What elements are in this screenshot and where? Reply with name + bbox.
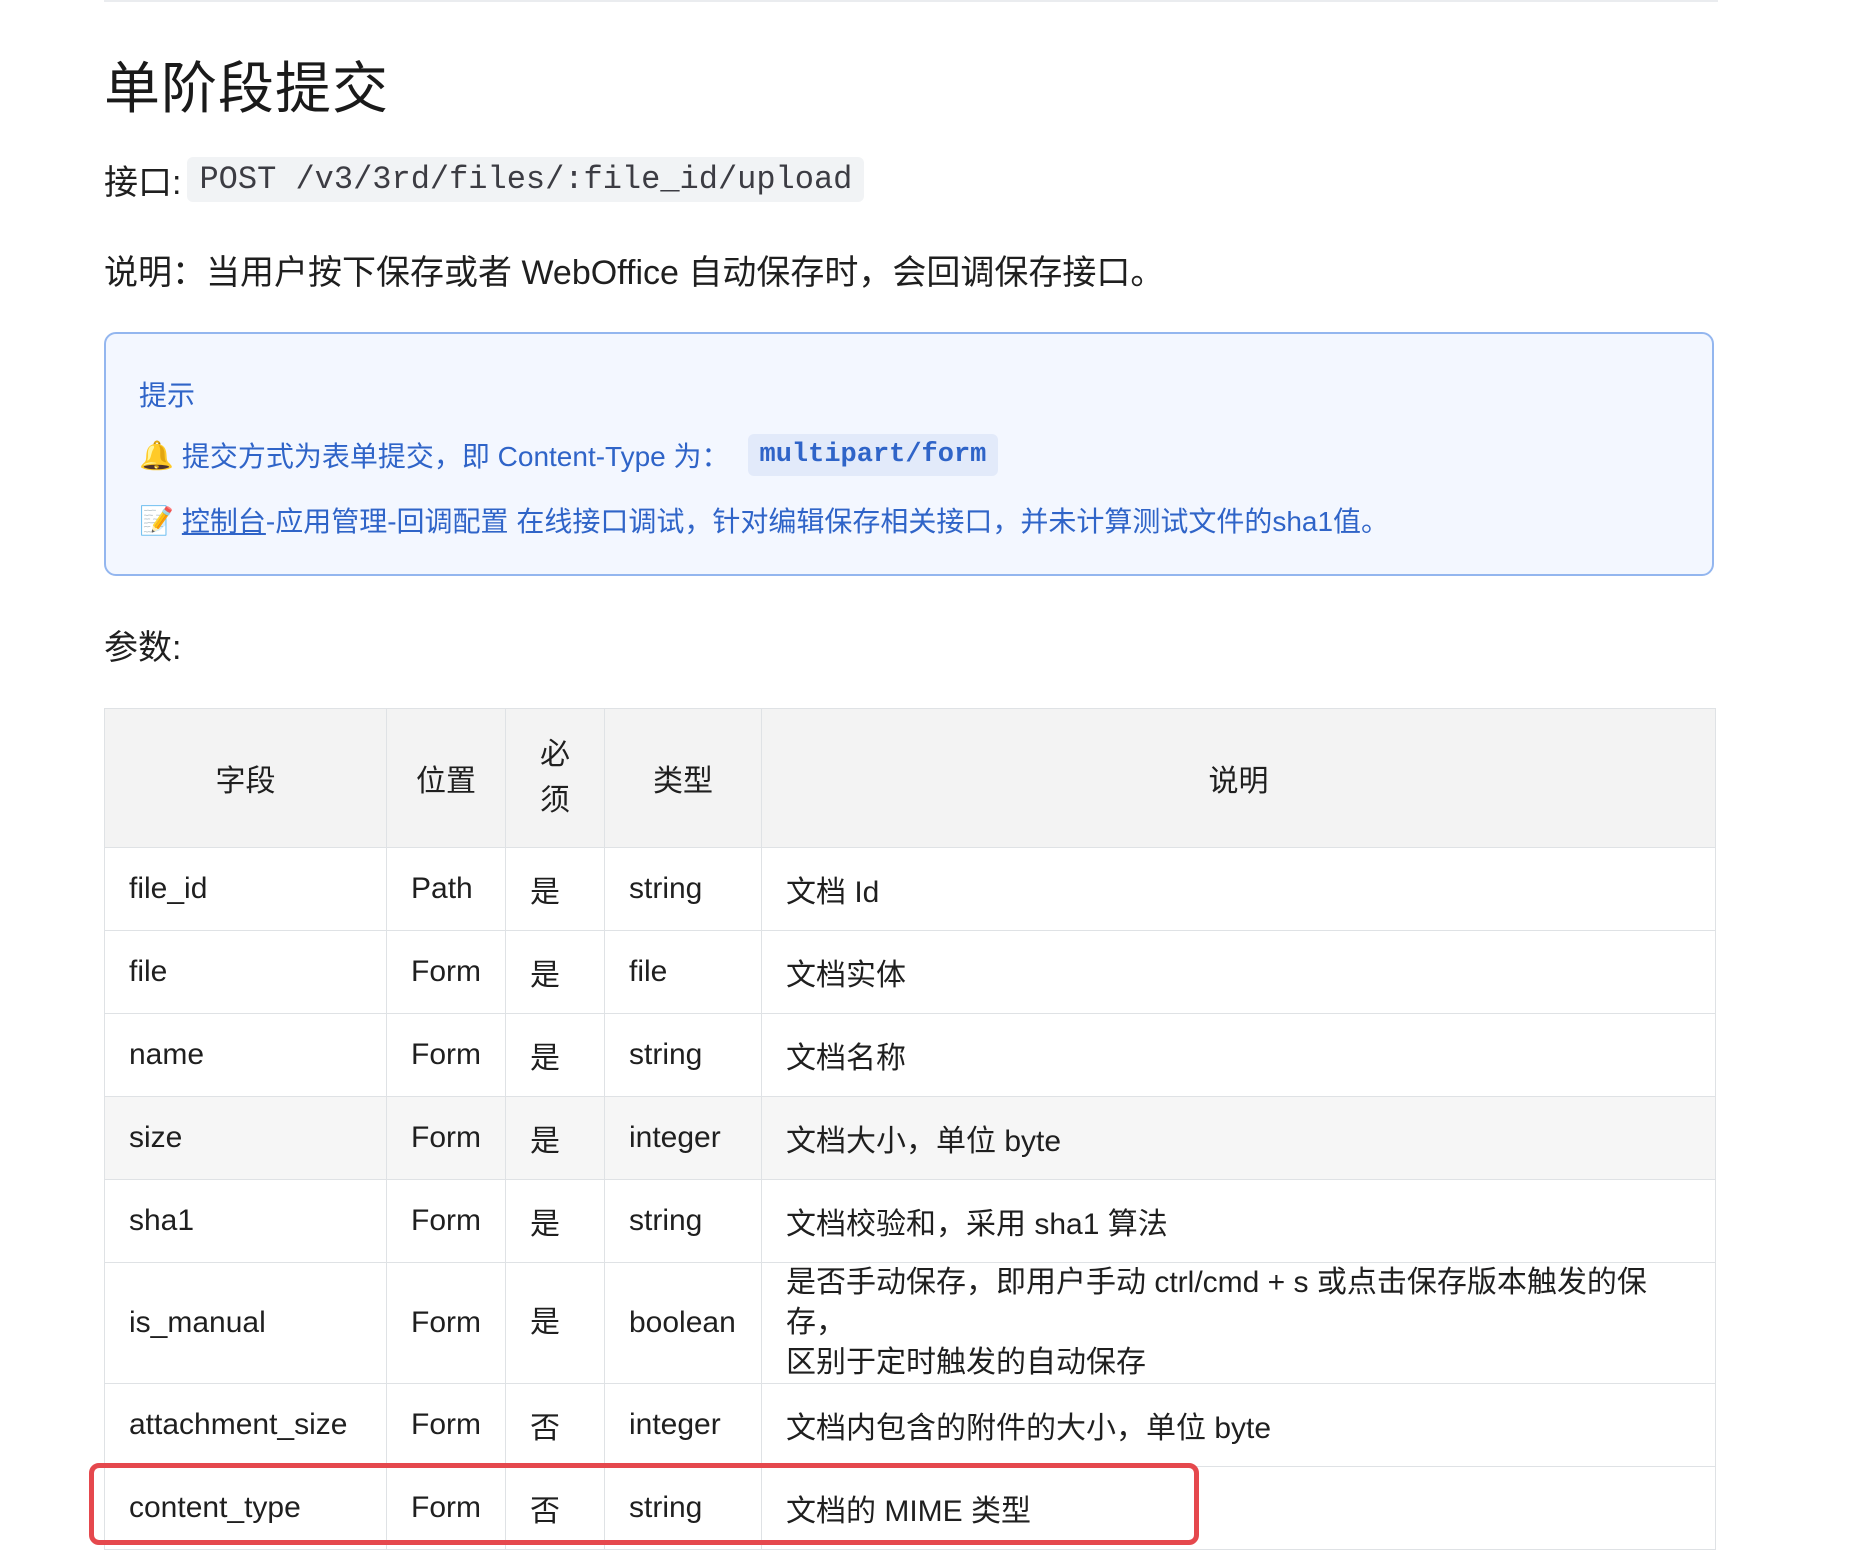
- header-location: 位置: [386, 708, 506, 848]
- bell-icon: 🔔: [139, 439, 174, 471]
- row-field: content_type: [104, 1466, 387, 1550]
- row-required: 否: [505, 1383, 605, 1467]
- row-location: Form: [386, 1096, 506, 1180]
- row-description: 文档 Id: [761, 847, 1716, 931]
- memo-icon: 📝: [139, 504, 174, 536]
- header-required-bottom: 须: [540, 784, 570, 817]
- table-row: file_id Path 是 string 文档 Id: [104, 847, 1716, 931]
- row-description: 是否手动保存，即用户手动 ctrl/cmd + s 或点击保存版本触发的保存， …: [761, 1262, 1716, 1384]
- row-type: string: [604, 1013, 762, 1097]
- row-description-line2: 区别于定时触发的自动保存: [786, 1346, 1146, 1379]
- row-location: Path: [386, 847, 506, 931]
- row-required: 否: [505, 1466, 605, 1550]
- row-type: file: [604, 930, 762, 1014]
- row-type: integer: [604, 1096, 762, 1180]
- console-link[interactable]: 控制台: [182, 500, 266, 540]
- content-type-code: multipart/form: [747, 434, 999, 476]
- row-type: string: [604, 1179, 762, 1263]
- header-required: 必 须: [505, 708, 605, 848]
- row-field: file_id: [104, 847, 387, 931]
- table-header-row: 字段 位置 必 须 类型 说明: [104, 708, 1716, 848]
- row-location: Form: [386, 1383, 506, 1467]
- row-description: 文档名称: [761, 1013, 1716, 1097]
- row-type: string: [604, 847, 762, 931]
- row-type: string: [604, 1466, 762, 1550]
- row-location: Form: [386, 1466, 506, 1550]
- row-required: 是: [505, 1096, 605, 1180]
- page-title: 单阶段提交: [104, 57, 389, 120]
- row-location: Form: [386, 1179, 506, 1263]
- tip-line-content-type: 🔔 提交方式为表单提交，即 Content-Type 为： multipart/…: [139, 434, 999, 476]
- row-required: 是: [505, 847, 605, 931]
- header-field: 字段: [104, 708, 387, 848]
- row-location: Form: [386, 1013, 506, 1097]
- tip-line-console: 📝 控制台 -应用管理-回调配置 在线接口调试，针对编辑保存相关接口，并未计算测…: [139, 500, 1389, 540]
- row-field: attachment_size: [104, 1383, 387, 1467]
- table-row: file Form 是 file 文档实体: [104, 930, 1716, 1014]
- table-row: size Form 是 integer 文档大小，单位 byte: [104, 1096, 1716, 1180]
- table-row: name Form 是 string 文档名称: [104, 1013, 1716, 1097]
- row-field: file: [104, 930, 387, 1014]
- row-required: 是: [505, 930, 605, 1014]
- row-required: 是: [505, 1179, 605, 1263]
- table-row: is_manual Form 是 boolean 是否手动保存，即用户手动 ct…: [104, 1262, 1716, 1384]
- header-required-top: 必: [540, 738, 570, 771]
- row-type: integer: [604, 1383, 762, 1467]
- tip-line2-text: -应用管理-回调配置 在线接口调试，针对编辑保存相关接口，并未计算测试文件的sh…: [265, 506, 1390, 537]
- row-location: Form: [386, 930, 506, 1014]
- row-required: 是: [505, 1013, 605, 1097]
- row-description: 文档校验和，采用 sha1 算法: [761, 1179, 1716, 1263]
- row-description: 文档实体: [761, 930, 1716, 1014]
- api-label: 接口:: [104, 164, 182, 202]
- row-field: name: [104, 1013, 387, 1097]
- table-row: sha1 Form 是 string 文档校验和，采用 sha1 算法: [104, 1179, 1716, 1263]
- tip-line1-text: 提交方式为表单提交，即 Content-Type 为：: [181, 441, 730, 472]
- row-field: sha1: [104, 1179, 387, 1263]
- header-type: 类型: [604, 708, 762, 848]
- tip-title: 提示: [139, 380, 196, 411]
- row-required: 是: [505, 1262, 605, 1384]
- row-description: 文档大小，单位 byte: [761, 1096, 1716, 1180]
- row-field: is_manual: [104, 1262, 387, 1384]
- top-divider: [104, 0, 1718, 2]
- params-table: 字段 位置 必 须 类型 说明 file_id Path 是 string 文档…: [104, 708, 1716, 1550]
- row-location: Form: [386, 1262, 506, 1384]
- api-endpoint-code: POST /v3/3rd/files/:file_id/upload: [187, 157, 865, 202]
- tip-callout: 提示 🔔 提交方式为表单提交，即 Content-Type 为： multipa…: [104, 332, 1714, 576]
- row-description: 文档内包含的附件的大小，单位 byte: [761, 1383, 1716, 1467]
- row-description: 文档的 MIME 类型: [761, 1466, 1716, 1550]
- row-type: boolean: [604, 1262, 762, 1384]
- description-text: 说明：当用户按下保存或者 WebOffice 自动保存时，会回调保存接口。: [104, 254, 1165, 292]
- table-row: attachment_size Form 否 integer 文档内包含的附件的…: [104, 1383, 1716, 1467]
- params-label: 参数:: [104, 629, 182, 667]
- api-line: 接口: POST /v3/3rd/files/:file_id/upload: [104, 155, 865, 204]
- row-field: size: [104, 1096, 387, 1180]
- header-description: 说明: [761, 708, 1716, 848]
- row-description-line1: 是否手动保存，即用户手动 ctrl/cmd + s 或点击保存版本触发的保存，: [786, 1266, 1647, 1339]
- table-row: content_type Form 否 string 文档的 MIME 类型: [104, 1466, 1716, 1550]
